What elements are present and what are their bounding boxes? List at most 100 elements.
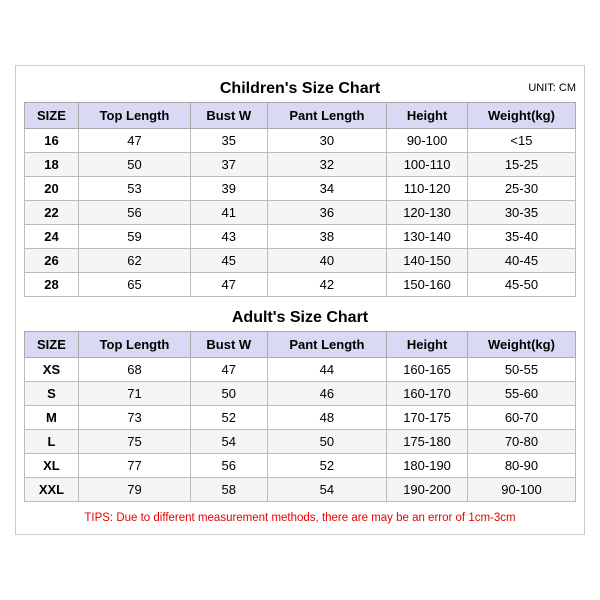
table-cell: 160-170 bbox=[387, 382, 468, 406]
adult-header-weight: Weight(kg) bbox=[467, 332, 575, 358]
unit-label: UNIT: CM bbox=[528, 82, 576, 94]
children-header-weight: Weight(kg) bbox=[467, 103, 575, 129]
table-cell: 32 bbox=[267, 153, 387, 177]
table-cell: 190-200 bbox=[387, 478, 468, 502]
table-cell: 65 bbox=[78, 273, 190, 297]
table-cell: 90-100 bbox=[387, 129, 468, 153]
table-row: XXL795854190-20090-100 bbox=[25, 478, 576, 502]
table-cell: 30-35 bbox=[467, 201, 575, 225]
table-row: 24594338130-14035-40 bbox=[25, 225, 576, 249]
table-row: 18503732100-11015-25 bbox=[25, 153, 576, 177]
children-header-top-length: Top Length bbox=[78, 103, 190, 129]
table-cell: 59 bbox=[78, 225, 190, 249]
table-cell: 47 bbox=[78, 129, 190, 153]
table-row: M735248170-17560-70 bbox=[25, 406, 576, 430]
table-cell: 55-60 bbox=[467, 382, 575, 406]
table-cell: 39 bbox=[191, 177, 268, 201]
table-cell: 110-120 bbox=[387, 177, 468, 201]
table-cell: 43 bbox=[191, 225, 268, 249]
table-cell: 50-55 bbox=[467, 358, 575, 382]
table-cell: 47 bbox=[191, 358, 268, 382]
adult-header-height: Height bbox=[387, 332, 468, 358]
adult-header-row: SIZE Top Length Bust W Pant Length Heigh… bbox=[25, 332, 576, 358]
table-cell: 40-45 bbox=[467, 249, 575, 273]
table-cell: 140-150 bbox=[387, 249, 468, 273]
table-cell: <15 bbox=[467, 129, 575, 153]
table-cell: 20 bbox=[25, 177, 79, 201]
table-cell: 35-40 bbox=[467, 225, 575, 249]
table-cell: 62 bbox=[78, 249, 190, 273]
table-row: XS684744160-16550-55 bbox=[25, 358, 576, 382]
children-size-table: SIZE Top Length Bust W Pant Length Heigh… bbox=[24, 102, 576, 297]
table-cell: 34 bbox=[267, 177, 387, 201]
children-title-text: Children's Size Chart bbox=[220, 80, 380, 97]
table-cell: 45-50 bbox=[467, 273, 575, 297]
table-row: 22564136120-13030-35 bbox=[25, 201, 576, 225]
adult-header-bust-w: Bust W bbox=[191, 332, 268, 358]
table-cell: 45 bbox=[191, 249, 268, 273]
table-row: L755450175-18070-80 bbox=[25, 430, 576, 454]
table-cell: M bbox=[25, 406, 79, 430]
table-cell: 170-175 bbox=[387, 406, 468, 430]
table-cell: 150-160 bbox=[387, 273, 468, 297]
table-cell: 75 bbox=[78, 430, 190, 454]
table-cell: 47 bbox=[191, 273, 268, 297]
table-cell: 26 bbox=[25, 249, 79, 273]
table-cell: 18 bbox=[25, 153, 79, 177]
table-cell: 58 bbox=[191, 478, 268, 502]
children-header-height: Height bbox=[387, 103, 468, 129]
table-cell: 80-90 bbox=[467, 454, 575, 478]
table-cell: 25-30 bbox=[467, 177, 575, 201]
table-cell: 56 bbox=[191, 454, 268, 478]
table-cell: 30 bbox=[267, 129, 387, 153]
table-cell: 22 bbox=[25, 201, 79, 225]
table-cell: 56 bbox=[78, 201, 190, 225]
table-cell: L bbox=[25, 430, 79, 454]
table-cell: S bbox=[25, 382, 79, 406]
table-cell: 90-100 bbox=[467, 478, 575, 502]
adult-size-table: SIZE Top Length Bust W Pant Length Heigh… bbox=[24, 331, 576, 502]
adult-chart-section: Adult's Size Chart SIZE Top Length Bust … bbox=[24, 303, 576, 502]
tips-text: TIPS: Due to different measurement metho… bbox=[24, 508, 576, 526]
table-row: 20533934110-12025-30 bbox=[25, 177, 576, 201]
table-cell: 77 bbox=[78, 454, 190, 478]
table-row: S715046160-17055-60 bbox=[25, 382, 576, 406]
table-cell: 24 bbox=[25, 225, 79, 249]
table-cell: 37 bbox=[191, 153, 268, 177]
table-cell: 54 bbox=[191, 430, 268, 454]
table-cell: 52 bbox=[267, 454, 387, 478]
table-cell: 28 bbox=[25, 273, 79, 297]
table-cell: 53 bbox=[78, 177, 190, 201]
table-cell: 79 bbox=[78, 478, 190, 502]
table-cell: 100-110 bbox=[387, 153, 468, 177]
table-cell: 44 bbox=[267, 358, 387, 382]
table-cell: 15-25 bbox=[467, 153, 575, 177]
table-cell: 50 bbox=[191, 382, 268, 406]
table-cell: 60-70 bbox=[467, 406, 575, 430]
table-row: 28654742150-16045-50 bbox=[25, 273, 576, 297]
table-cell: 48 bbox=[267, 406, 387, 430]
table-cell: 70-80 bbox=[467, 430, 575, 454]
adult-chart-title: Adult's Size Chart bbox=[24, 303, 576, 331]
table-cell: XL bbox=[25, 454, 79, 478]
children-header-row: SIZE Top Length Bust W Pant Length Heigh… bbox=[25, 103, 576, 129]
table-cell: 160-165 bbox=[387, 358, 468, 382]
table-cell: 41 bbox=[191, 201, 268, 225]
adult-header-size: SIZE bbox=[25, 332, 79, 358]
table-cell: XS bbox=[25, 358, 79, 382]
table-cell: 16 bbox=[25, 129, 79, 153]
table-cell: 50 bbox=[78, 153, 190, 177]
table-cell: 52 bbox=[191, 406, 268, 430]
adult-title-text: Adult's Size Chart bbox=[232, 309, 368, 326]
table-cell: 36 bbox=[267, 201, 387, 225]
children-header-size: SIZE bbox=[25, 103, 79, 129]
adult-header-top-length: Top Length bbox=[78, 332, 190, 358]
adult-header-pant-length: Pant Length bbox=[267, 332, 387, 358]
table-cell: 120-130 bbox=[387, 201, 468, 225]
table-row: 1647353090-100<15 bbox=[25, 129, 576, 153]
children-header-bust-w: Bust W bbox=[191, 103, 268, 129]
table-cell: 46 bbox=[267, 382, 387, 406]
children-chart-title: Children's Size Chart UNIT: CM bbox=[24, 74, 576, 102]
table-cell: 180-190 bbox=[387, 454, 468, 478]
table-cell: 71 bbox=[78, 382, 190, 406]
